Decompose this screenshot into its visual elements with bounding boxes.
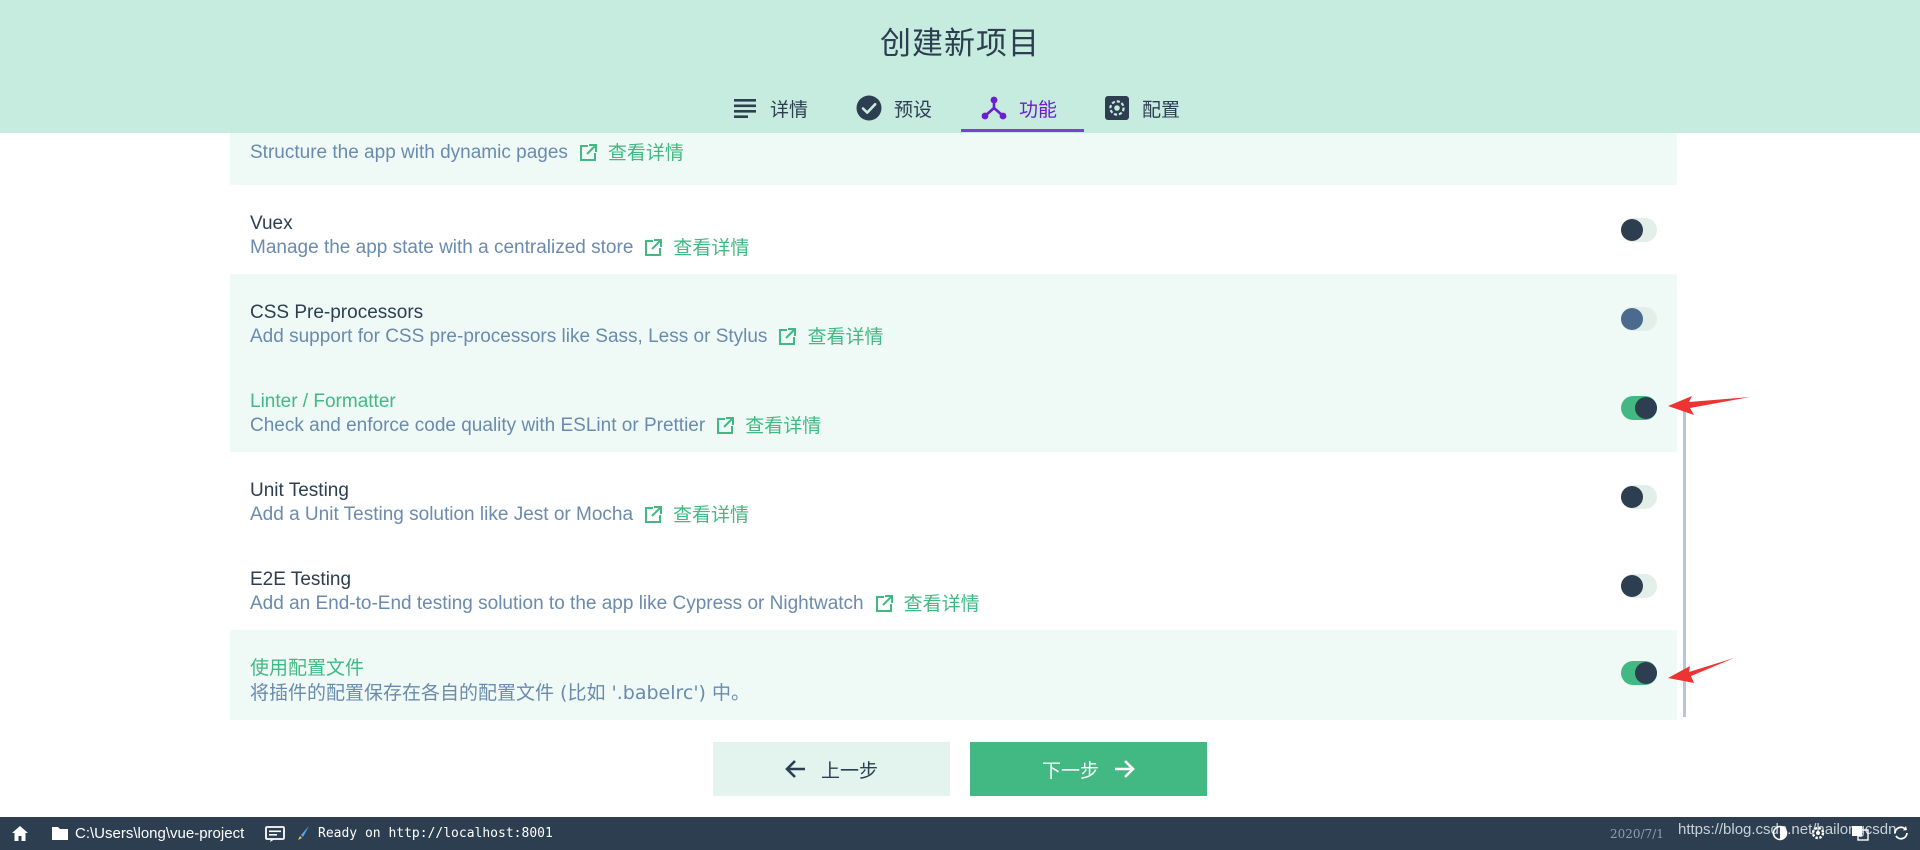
feature-name: Unit Testing xyxy=(250,480,349,501)
feature-toggle-e2e-testing[interactable] xyxy=(1621,574,1657,598)
feature-row-router: Structure the app with dynamic pages 查看详… xyxy=(230,133,1677,185)
view-details-link[interactable]: 查看详情 xyxy=(807,324,883,350)
previous-button[interactable]: 上一步 xyxy=(713,742,950,796)
tab-details[interactable]: 详情 xyxy=(712,84,836,132)
scrollbar[interactable] xyxy=(1683,407,1686,717)
refresh-icon[interactable] xyxy=(1892,825,1910,845)
feature-desc: Structure the app with dynamic pages xyxy=(250,142,568,163)
feature-row-linter[interactable]: Linter / Formatter Check and enforce cod… xyxy=(230,363,1677,452)
feature-row-css-preprocessors[interactable]: CSS Pre-processors Add support for CSS p… xyxy=(230,274,1677,363)
feature-name: 使用配置文件 xyxy=(250,657,365,679)
external-link-icon xyxy=(874,594,894,614)
contrast-icon[interactable] xyxy=(1772,825,1788,845)
console-icon[interactable] xyxy=(265,826,285,846)
toggle-knob xyxy=(1621,575,1643,597)
tab-features[interactable]: 功能 xyxy=(961,84,1084,132)
brush-icon xyxy=(296,825,310,845)
external-link-icon xyxy=(777,327,797,347)
toggle-knob xyxy=(1635,662,1657,684)
feature-name: CSS Pre-processors xyxy=(250,302,424,323)
feature-desc: Add an End-to-End testing solution to th… xyxy=(250,593,864,614)
folder-icon[interactable] xyxy=(51,825,69,845)
view-details-link[interactable]: 查看详情 xyxy=(673,502,749,528)
header: 创建新项目 详情 预设 功能 配置 xyxy=(0,0,1920,133)
feature-row-unit-testing[interactable]: Unit Testing Add a Unit Testing solution… xyxy=(230,452,1677,541)
tab-config-label: 配置 xyxy=(1142,98,1181,121)
settings-icon[interactable] xyxy=(1810,825,1826,845)
page-title: 创建新项目 xyxy=(880,26,1040,62)
toggle-knob xyxy=(1621,308,1643,330)
feature-toggle-unit-testing[interactable] xyxy=(1621,485,1657,509)
feature-row-e2e-testing[interactable]: E2E Testing Add an End-to-End testing so… xyxy=(230,541,1677,630)
feature-desc: Add support for CSS pre-processors like … xyxy=(250,326,768,347)
feature-list: Vuex Manage the app state with a central… xyxy=(230,185,1677,720)
next-button[interactable]: 下一步 xyxy=(970,742,1207,796)
tab-bar: 详情 预设 功能 配置 xyxy=(0,84,1920,132)
feature-toggle-vuex[interactable] xyxy=(1621,218,1657,242)
tab-config[interactable]: 配置 xyxy=(1084,84,1208,132)
feature-name: E2E Testing xyxy=(250,569,352,590)
feature-toggle-linter[interactable] xyxy=(1621,396,1657,420)
gear-icon xyxy=(1104,95,1130,121)
view-details-link[interactable]: 查看详情 xyxy=(673,235,749,261)
arrow-right-icon xyxy=(1113,758,1135,780)
arrow-left-icon xyxy=(785,758,807,780)
toggle-knob xyxy=(1621,219,1643,241)
feature-row-config-files[interactable]: 使用配置文件 将插件的配置保存在各自的配置文件 (比如 '.babelrc') … xyxy=(230,630,1677,720)
toggle-knob xyxy=(1621,486,1643,508)
annotation-arrow xyxy=(1668,658,1734,683)
check-circle-icon xyxy=(856,95,882,121)
feature-desc: 将插件的配置保存在各自的配置文件 (比如 '.babelrc') 中。 xyxy=(250,682,751,704)
view-details-link[interactable]: 查看详情 xyxy=(745,413,821,439)
previous-button-label: 上一步 xyxy=(820,759,878,782)
feature-desc: Manage the app state with a centralized … xyxy=(250,237,634,258)
external-link-icon xyxy=(578,143,598,163)
home-icon[interactable] xyxy=(11,825,29,846)
next-button-label: 下一步 xyxy=(1041,759,1099,782)
project-path[interactable]: C:\Users\long\vue-project xyxy=(75,825,244,842)
tab-presets[interactable]: 预设 xyxy=(836,84,961,132)
date-text: 2020/7/1 xyxy=(1610,827,1664,841)
feature-desc: Check and enforce code quality with ESLi… xyxy=(250,415,706,436)
tab-features-label: 功能 xyxy=(1019,98,1058,121)
annotation-arrow xyxy=(1668,396,1750,415)
view-details-link[interactable]: 查看详情 xyxy=(608,140,684,166)
feature-toggle-config-files[interactable] xyxy=(1621,661,1657,685)
feature-name: Linter / Formatter xyxy=(250,391,396,412)
feature-desc: Add a Unit Testing solution like Jest or… xyxy=(250,504,634,525)
feature-row-vuex[interactable]: Vuex Manage the app state with a central… xyxy=(230,185,1677,274)
tab-presets-label: 预设 xyxy=(894,98,933,121)
feature-name: Vuex xyxy=(250,213,293,234)
toggle-knob xyxy=(1635,397,1657,419)
server-status: Ready on http://localhost:8001 xyxy=(318,826,553,841)
status-bar: C:\Users\long\vue-project Ready on http:… xyxy=(0,817,1920,850)
fork-icon xyxy=(981,95,1007,121)
feature-toggle-css-preprocessors[interactable] xyxy=(1621,307,1657,331)
external-link-icon xyxy=(715,416,735,436)
external-link-icon xyxy=(643,238,663,258)
external-link-icon xyxy=(643,505,663,525)
translate-icon[interactable] xyxy=(1851,825,1869,845)
list-icon xyxy=(732,95,758,121)
tab-details-label: 详情 xyxy=(770,98,809,121)
view-details-link[interactable]: 查看详情 xyxy=(904,591,980,617)
